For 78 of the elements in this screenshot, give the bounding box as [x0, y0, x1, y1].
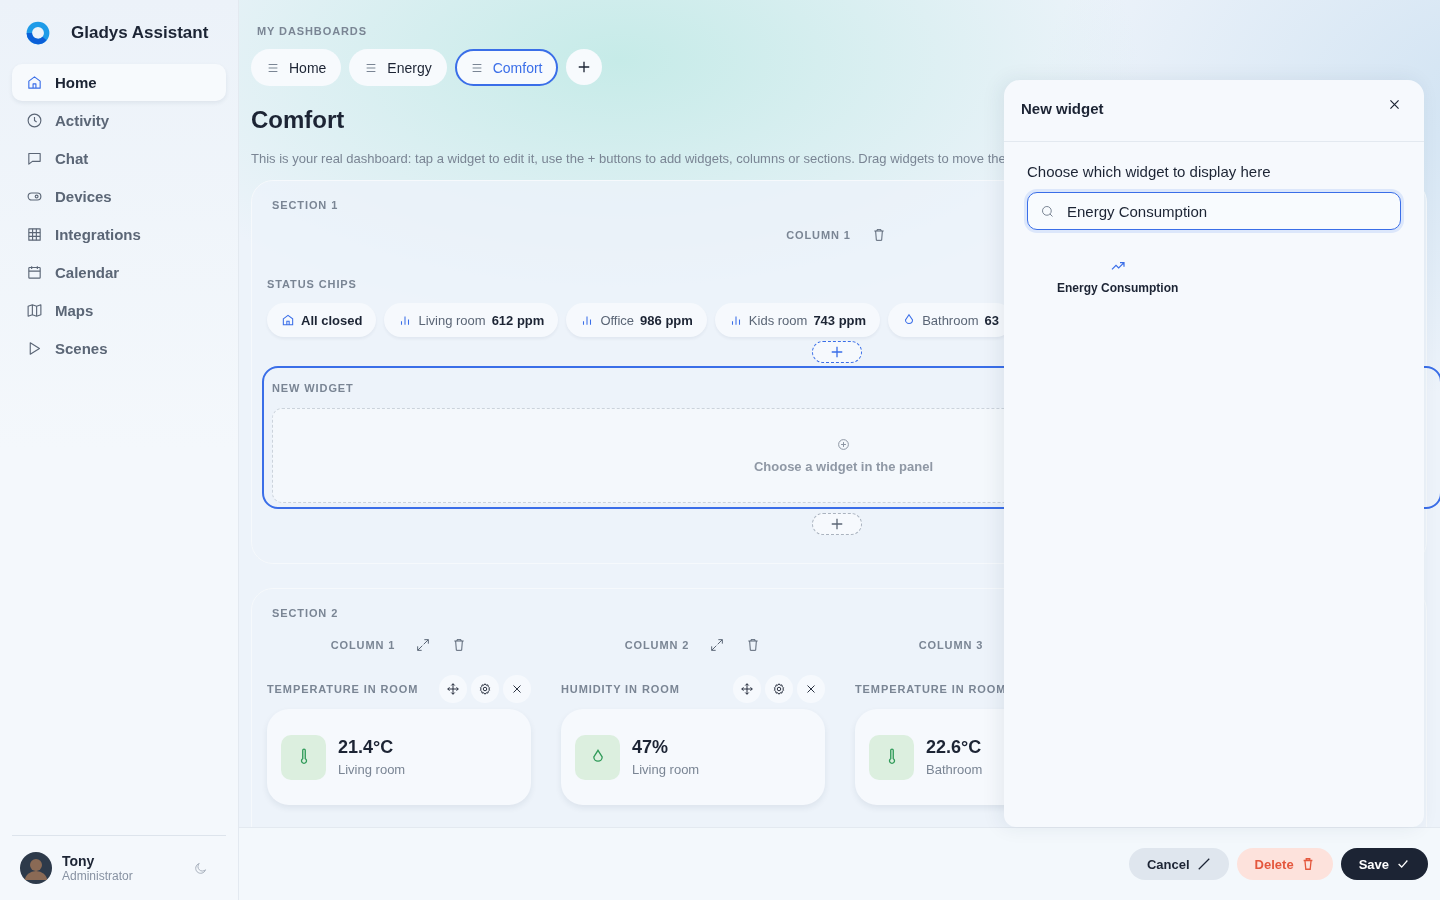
- sidebar-item[interactable]: Scenes: [12, 330, 226, 367]
- widget-option[interactable]: Energy Consumption: [1057, 258, 1179, 295]
- close-icon[interactable]: [1388, 98, 1401, 111]
- home-icon: [26, 74, 43, 91]
- status-chip[interactable]: Office 986 ppm: [566, 303, 707, 337]
- dashboard-tab[interactable]: Home: [251, 49, 342, 86]
- search-icon: [1040, 203, 1055, 219]
- add-circle-icon: [837, 437, 850, 451]
- add-widget-button[interactable]: [811, 341, 862, 363]
- widget-room: Living room: [338, 762, 406, 777]
- widget-room: Bathroom: [926, 762, 983, 777]
- sidebar-item[interactable]: Home: [12, 64, 226, 101]
- add-dashboard-button[interactable]: [565, 49, 602, 85]
- widget-value: 22.6°C: [926, 737, 983, 758]
- dashboard-tab[interactable]: Energy: [349, 49, 447, 86]
- section-title: SECTION 2: [272, 607, 339, 619]
- sidebar-item[interactable]: Maps: [12, 292, 226, 329]
- map-icon: [26, 302, 43, 319]
- avatar[interactable]: [20, 852, 52, 884]
- drop-icon: [575, 734, 620, 780]
- home-icon: [281, 313, 295, 327]
- user-name: Tony: [62, 853, 96, 869]
- plus-icon: [576, 60, 591, 74]
- settings-button[interactable]: [765, 675, 793, 703]
- add-section-button[interactable]: [811, 513, 862, 535]
- widget-value: 47%: [632, 737, 670, 758]
- settings-icon: [478, 682, 492, 696]
- widget-title: NEW WIDGET: [272, 382, 354, 394]
- status-chip[interactable]: Living room 612 ppm: [384, 303, 559, 337]
- sidebar-item[interactable]: Activity: [12, 102, 226, 139]
- grid-icon: [26, 226, 43, 243]
- clock-icon: [26, 112, 43, 129]
- widget-room: Living room: [632, 762, 700, 777]
- dashboard-tab[interactable]: Comfort: [454, 49, 558, 86]
- sidebar-item[interactable]: Calendar: [12, 254, 226, 291]
- widget-title: HUMIDITY IN ROOM: [561, 683, 680, 695]
- plus-icon: [829, 517, 844, 531]
- section-title: SECTION 1: [272, 199, 339, 211]
- thermometer-icon: [869, 734, 914, 780]
- expand-icon[interactable]: [415, 637, 432, 653]
- thermometer-icon: [281, 734, 326, 780]
- settings-icon: [772, 682, 786, 696]
- widget-card[interactable]: 21.4°C Living room: [267, 709, 531, 805]
- dashboards-label: MY DASHBOARDS: [257, 25, 368, 37]
- move-button[interactable]: [439, 675, 467, 703]
- search-field[interactable]: Energy Consumption: [1027, 192, 1401, 230]
- widget-value: 21.4°C: [338, 737, 395, 758]
- placeholder-hint: Choose a widget in the panel: [753, 458, 934, 474]
- page-title: Comfort: [251, 106, 345, 134]
- panel-title: New widget: [1021, 100, 1104, 117]
- check-icon: [1396, 857, 1410, 871]
- sidebar-item[interactable]: Chat: [12, 140, 226, 177]
- sidebar-item[interactable]: Devices: [12, 178, 226, 215]
- cancel-button[interactable]: Cancel: [1128, 848, 1229, 880]
- expand-icon[interactable]: [709, 637, 726, 653]
- widget-title: TEMPERATURE IN ROOM: [267, 683, 419, 695]
- column-title: COLUMN 3: [918, 639, 984, 651]
- sidebar-item[interactable]: Integrations: [12, 216, 226, 253]
- move-icon: [740, 682, 754, 696]
- user-role: Administrator: [62, 869, 134, 883]
- app-name: Gladys Assistant: [71, 23, 209, 43]
- slash-icon: [1196, 857, 1211, 871]
- save-button[interactable]: Save: [1340, 848, 1428, 880]
- widget-title: STATUS CHIPS: [267, 278, 357, 290]
- widget-card[interactable]: 47% Living room: [561, 709, 825, 805]
- chat-icon: [26, 150, 43, 167]
- column-title: COLUMN 1: [330, 639, 396, 651]
- settings-button[interactable]: [471, 675, 499, 703]
- logo-icon: [25, 20, 51, 46]
- calendar-icon: [26, 264, 43, 281]
- panel-prompt: Choose which widget to display here: [1027, 163, 1272, 180]
- column-title: COLUMN 2: [624, 639, 690, 651]
- column-title: COLUMN 1: [786, 229, 851, 241]
- move-button[interactable]: [733, 675, 761, 703]
- plus-icon: [829, 345, 844, 359]
- status-chip[interactable]: All closed: [267, 303, 377, 337]
- move-icon: [446, 682, 460, 696]
- status-chip[interactable]: Kids room 743 ppm: [714, 303, 881, 337]
